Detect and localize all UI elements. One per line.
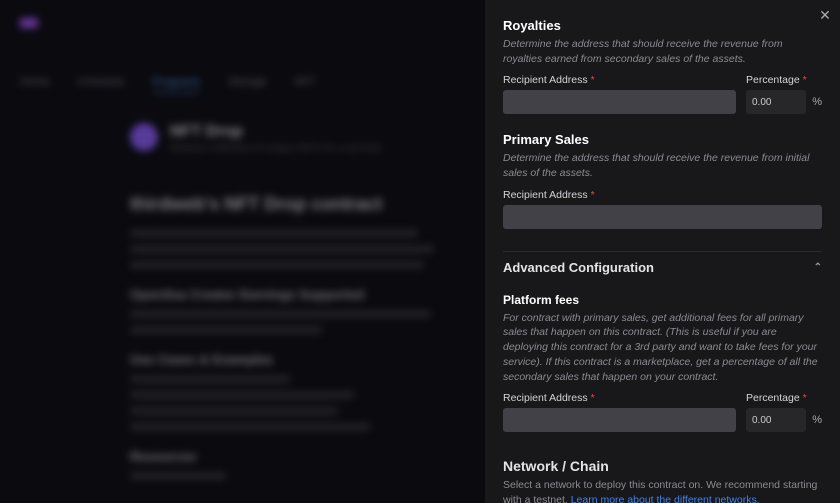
royalties-percentage-input[interactable] (746, 90, 806, 114)
royalties-desc: Determine the address that should receiv… (503, 37, 822, 66)
network-desc: Select a network to deploy this contract… (503, 478, 822, 503)
platform-percentage-input[interactable] (746, 408, 806, 432)
platform-pct-label: Percentage * (746, 392, 822, 404)
platform-fees-section: Platform fees For contract with primary … (503, 293, 822, 432)
primary-addr-label: Recipient Address * (503, 189, 822, 201)
platform-desc: For contract with primary sales, get add… (503, 311, 822, 384)
network-section: Network / Chain Select a network to depl… (503, 458, 822, 503)
chevron-up-icon: ⌃ (814, 262, 822, 273)
royalties-pct-label: Percentage * (746, 74, 822, 86)
learn-networks-link[interactable]: Learn more about the different networks. (571, 494, 760, 503)
primary-title: Primary Sales (503, 132, 822, 147)
background-content: Home Contracts Programs Storage NFT NFT … (0, 0, 470, 503)
advanced-configuration-toggle[interactable]: Advanced Configuration ⌃ (503, 251, 822, 283)
royalties-section: Royalties Determine the address that sho… (503, 18, 822, 114)
primary-desc: Determine the address that should receiv… (503, 151, 822, 180)
percent-sign: % (812, 96, 822, 108)
percent-sign: % (812, 414, 822, 426)
network-title: Network / Chain (503, 458, 822, 474)
close-icon[interactable]: ✕ (816, 6, 834, 24)
primary-address-input[interactable] (503, 205, 822, 229)
royalties-addr-label: Recipient Address * (503, 74, 736, 86)
royalties-address-input[interactable] (503, 90, 736, 114)
primary-sales-section: Primary Sales Determine the address that… (503, 132, 822, 228)
platform-addr-label: Recipient Address * (503, 392, 736, 404)
royalties-title: Royalties (503, 18, 822, 33)
platform-title: Platform fees (503, 293, 822, 307)
platform-address-input[interactable] (503, 408, 736, 432)
deploy-panel: ✕ Royalties Determine the address that s… (485, 0, 840, 503)
